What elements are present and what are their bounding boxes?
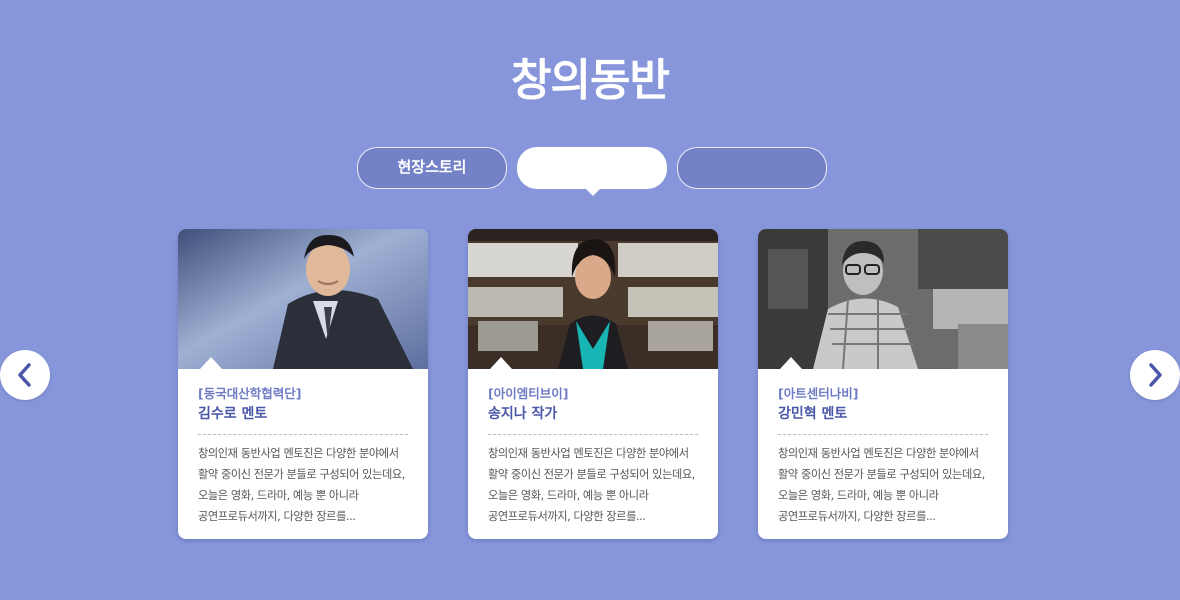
mentor-card[interactable]: [동국대산학협력단] 김수로 멘토 창의인재 동반사업 멘토진은 다양한 분야에… — [178, 229, 428, 539]
mentor-name: 강민혁 멘토 — [778, 406, 848, 422]
mentor-photo — [758, 229, 1008, 369]
mentor-photo — [178, 229, 428, 369]
page-title: 창의동반 — [511, 55, 670, 106]
mentor-organization: [동국대산학협력단] — [198, 386, 302, 401]
mentor-organization: [아이엠티브이] — [488, 386, 569, 401]
mentor-organization: [아트센터나비] — [778, 386, 859, 401]
chevron-left-icon — [18, 363, 31, 387]
divider — [198, 434, 408, 435]
mentor-card[interactable]: [아트센터나비] 강민혁 멘토 창의인재 동반사업 멘토진은 다양한 분야에서 … — [758, 229, 1008, 539]
tab-active[interactable] — [517, 147, 667, 196]
chevron-right-icon — [1149, 363, 1162, 387]
mentor-description: 창의인재 동반사업 멘토진은 다양한 분야에서 활약 중이신 전문가 분들로 구… — [488, 447, 695, 523]
mentor-photo — [468, 229, 718, 369]
divider — [778, 434, 988, 435]
tab-bar: 현장스토리 — [357, 147, 827, 196]
mentor-card[interactable]: [아이엠티브이] 송지나 작가 창의인재 동반사업 멘토진은 다양한 분야에서 … — [468, 229, 718, 539]
prev-button[interactable] — [0, 350, 50, 400]
mentor-description: 창의인재 동반사업 멘토진은 다양한 분야에서 활약 중이신 전문가 분들로 구… — [198, 447, 405, 523]
mentor-name: 김수로 멘토 — [198, 406, 268, 422]
mentor-description: 창의인재 동반사업 멘토진은 다양한 분야에서 활약 중이신 전문가 분들로 구… — [778, 447, 985, 523]
mentor-name: 송지나 작가 — [488, 406, 558, 422]
divider — [488, 434, 698, 435]
tab-third[interactable] — [677, 147, 827, 189]
next-button[interactable] — [1130, 350, 1180, 400]
tab-field-story[interactable]: 현장스토리 — [357, 147, 507, 189]
